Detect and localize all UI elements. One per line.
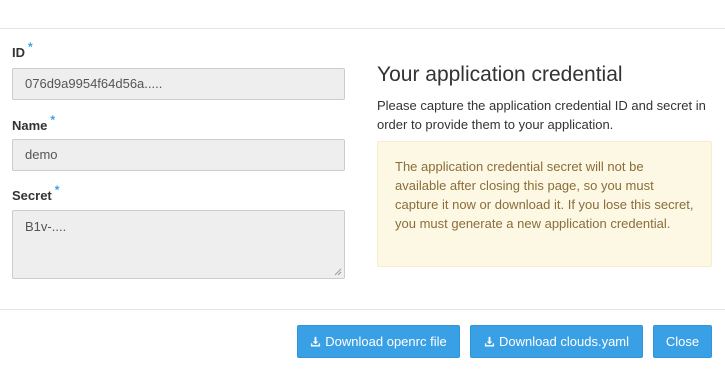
warning-text: The application credential secret will n… — [395, 159, 694, 231]
id-label: ID * — [12, 40, 33, 60]
download-openrc-button[interactable]: Download openrc file — [297, 325, 460, 358]
info-description: Please capture the application credentia… — [377, 98, 706, 132]
download-icon — [484, 336, 495, 347]
close-label: Close — [665, 334, 700, 349]
secret-label-text: Secret — [12, 188, 52, 203]
info-title: Your application credential — [377, 63, 623, 86]
name-required-mark: * — [50, 113, 56, 127]
close-button[interactable]: Close — [653, 325, 712, 358]
name-label: Name * — [12, 113, 55, 133]
secret-label: Secret * — [12, 183, 59, 203]
warning-alert: The application credential secret will n… — [377, 141, 712, 267]
name-label-text: Name — [12, 118, 48, 133]
modal-footer-divider — [0, 309, 725, 310]
resize-grip-icon[interactable] — [334, 268, 342, 276]
id-label-text: ID — [12, 45, 25, 60]
download-clouds-yaml-button[interactable]: Download clouds.yaml — [470, 325, 643, 358]
id-required-mark: * — [28, 40, 33, 54]
name-field[interactable]: demo — [12, 139, 345, 171]
modal-header-divider — [0, 28, 725, 29]
secret-required-mark: * — [54, 183, 60, 197]
download-clouds-yaml-label: Download clouds.yaml — [498, 334, 630, 349]
secret-textarea[interactable]: B1v-.... — [12, 210, 345, 279]
id-field[interactable]: 076d9a9954f64d56a..... — [12, 68, 345, 100]
secret-value: B1v-.... — [25, 219, 67, 234]
download-icon — [311, 336, 321, 347]
download-openrc-label: Download openrc file — [325, 334, 447, 349]
